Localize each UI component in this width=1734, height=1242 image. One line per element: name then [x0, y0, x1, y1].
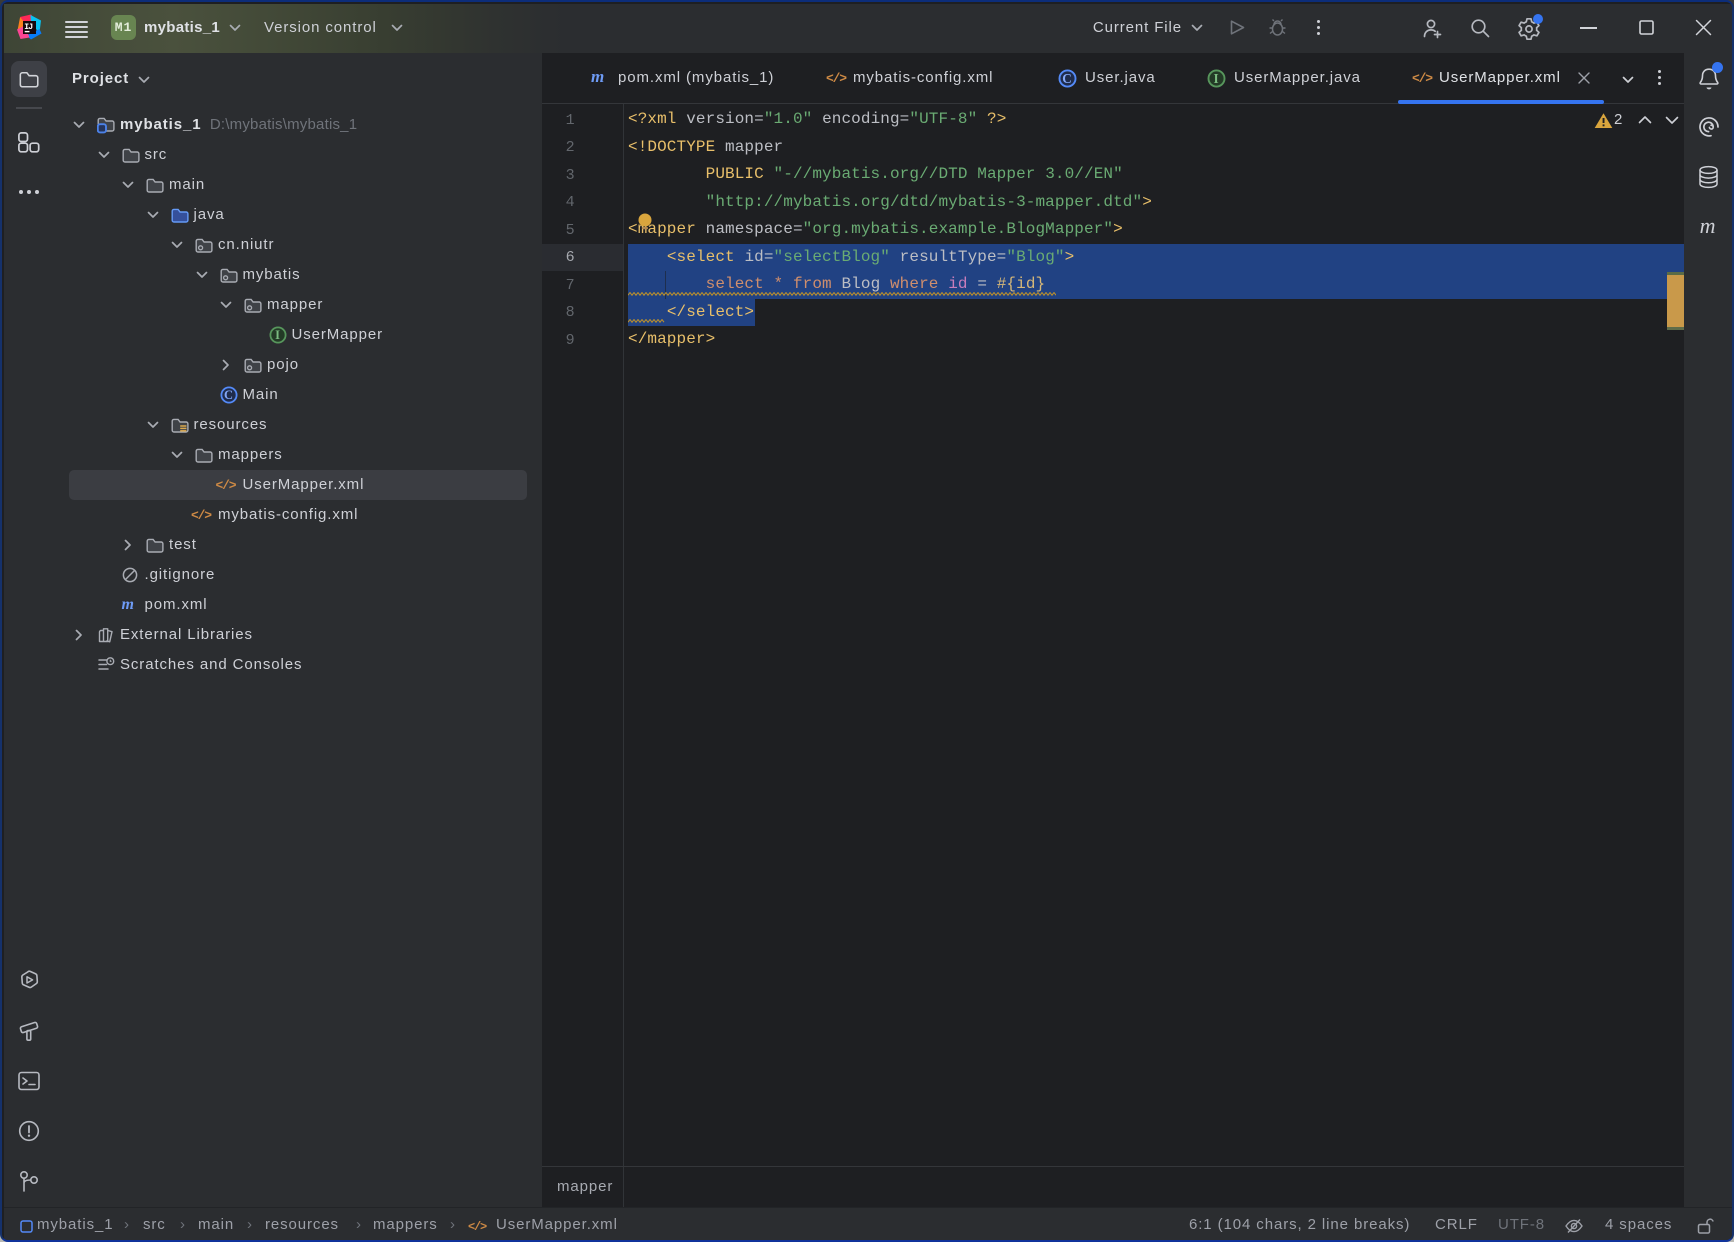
- svg-text:C: C: [1062, 71, 1072, 86]
- svg-text:I: I: [1213, 71, 1219, 86]
- svg-text:C: C: [224, 388, 234, 402]
- svg-text:I: I: [275, 328, 281, 342]
- svg-text:IJ: IJ: [24, 23, 33, 32]
